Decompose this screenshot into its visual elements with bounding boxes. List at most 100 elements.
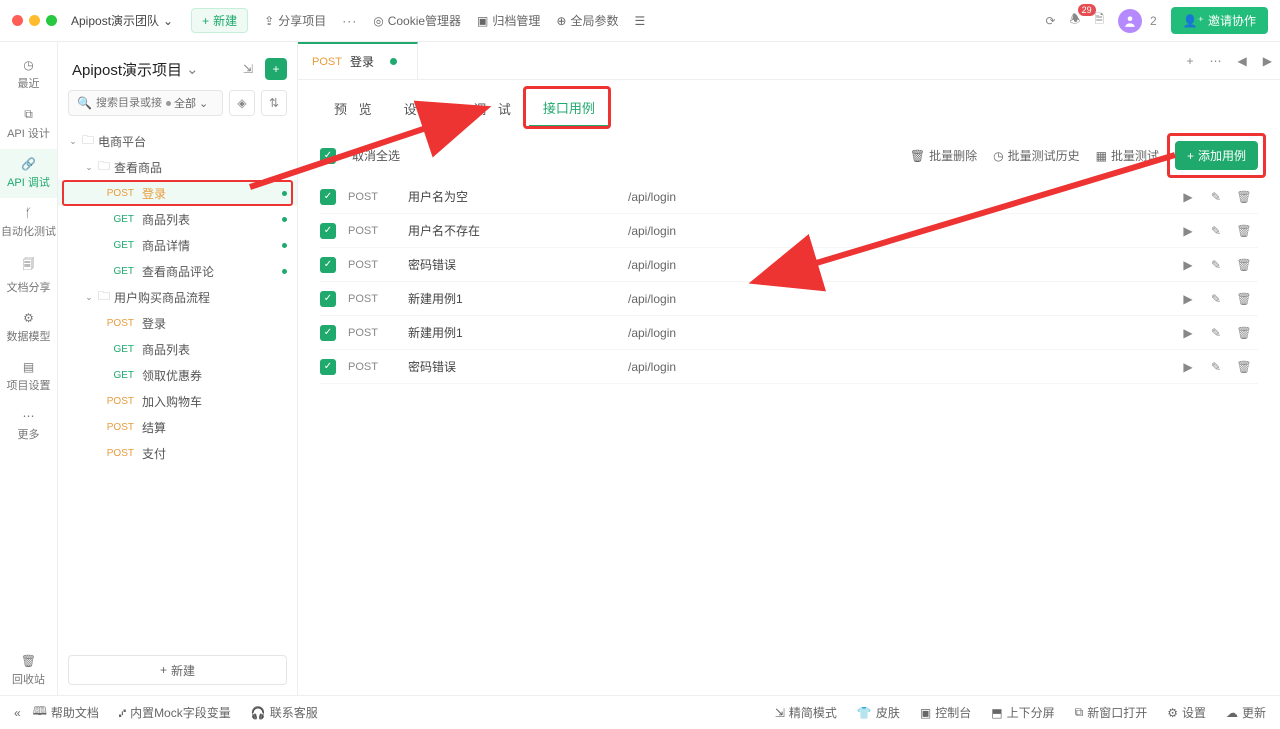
nav-api-design[interactable]: ⧉ API 设计 <box>0 99 57 149</box>
edit-icon[interactable]: ✎ <box>1202 292 1230 306</box>
collapse-sidebar-icon[interactable]: « <box>14 706 21 720</box>
maximize-window-icon[interactable] <box>46 15 57 26</box>
layout-toggle[interactable]: ☰ <box>634 14 645 28</box>
tree-item[interactable]: POST 结算 <box>58 414 297 440</box>
compact-mode[interactable]: ⇲精简模式 <box>775 704 837 721</box>
cookie-manager-link[interactable]: ◎ Cookie管理器 <box>373 12 461 29</box>
delete-icon[interactable]: 🗑 <box>1230 360 1258 374</box>
search-box[interactable]: 🔍 全部 ⌄ <box>68 90 223 116</box>
edit-icon[interactable]: ✎ <box>1202 360 1230 374</box>
minimize-window-icon[interactable] <box>29 15 40 26</box>
run-icon[interactable]: ▶ <box>1174 360 1202 374</box>
tab-prev[interactable]: ◀ <box>1230 42 1255 79</box>
update-link[interactable]: ☁更新 <box>1226 704 1266 721</box>
tree-item[interactable]: POST 加入购物车 <box>58 388 297 414</box>
row-checkbox[interactable]: ✓ <box>320 359 336 375</box>
nav-api-debug[interactable]: 🔗 API 调试 <box>0 149 57 198</box>
nav-project-settings[interactable]: ▤ 项目设置 <box>0 352 57 401</box>
edit-icon[interactable]: ✎ <box>1202 326 1230 340</box>
more-menu[interactable]: ··· <box>342 14 357 28</box>
tree-item[interactable]: GET 商品列表 <box>58 336 297 362</box>
settings-link[interactable]: ⚙设置 <box>1167 704 1206 721</box>
delete-icon[interactable]: 🗑 <box>1230 292 1258 306</box>
sort-icon[interactable]: ⇅ <box>261 90 287 116</box>
batch-test-button[interactable]: ▦ 批量测试 <box>1096 147 1159 164</box>
batch-history-button[interactable]: ◷ 批量测试历史 <box>993 147 1080 164</box>
tab-design[interactable]: 设 计 <box>390 91 460 126</box>
nav-doc-share[interactable]: 🗐 文档分享 <box>0 247 57 303</box>
tree-item[interactable]: POST 支付 <box>58 440 297 466</box>
run-icon[interactable]: ▶ <box>1174 224 1202 238</box>
add-tab-button[interactable]: + <box>1179 42 1202 79</box>
search-input[interactable] <box>96 97 166 109</box>
notes-icon[interactable]: 🗎 <box>1094 10 1104 31</box>
window-controls[interactable] <box>12 15 57 26</box>
edit-icon[interactable]: ✎ <box>1202 224 1230 238</box>
nav-auto-test[interactable]: ᚶ 自动化测试 <box>0 198 57 247</box>
nav-recycle[interactable]: 🗑 回收站 <box>0 646 57 695</box>
invite-button[interactable]: 👤⁺ 邀请协作 <box>1171 7 1268 34</box>
row-checkbox[interactable]: ✓ <box>320 223 336 239</box>
support-link[interactable]: 🎧联系客服 <box>251 704 318 721</box>
row-checkbox[interactable]: ✓ <box>320 257 336 273</box>
project-title[interactable]: Apipost演示项目 ⌄ <box>72 59 231 80</box>
run-icon[interactable]: ▶ <box>1174 258 1202 272</box>
select-all-checkbox[interactable]: ✓ <box>320 148 336 164</box>
add-case-button[interactable]: + 添加用例 <box>1175 141 1258 170</box>
tree-item[interactable]: GET 商品详情 <box>58 232 297 258</box>
new-button[interactable]: + 新建 <box>191 8 248 33</box>
delete-icon[interactable]: 🗑 <box>1230 258 1258 272</box>
delete-icon[interactable]: 🗑 <box>1230 326 1258 340</box>
mock-link[interactable]: ⑇内置Mock字段变量 <box>119 704 231 721</box>
newwindow-link[interactable]: ⧉新窗口打开 <box>1075 704 1148 721</box>
locate-icon[interactable]: ◈ <box>229 90 255 116</box>
row-checkbox[interactable]: ✓ <box>320 291 336 307</box>
sync-icon[interactable]: ⟳ <box>1046 14 1056 28</box>
tree-folder[interactable]: ⌄ 🗀 查看商品 <box>58 154 297 180</box>
case-row[interactable]: ✓POST密码错误/api/login▶✎🗑 <box>320 350 1258 384</box>
edit-icon[interactable]: ✎ <box>1202 258 1230 272</box>
team-selector[interactable]: Apipost演示团队 ⌄ <box>71 12 173 29</box>
tree-item[interactable]: GET 查看商品评论 <box>58 258 297 284</box>
tree-item-login[interactable]: POST 登录 <box>58 180 297 206</box>
run-icon[interactable]: ▶ <box>1174 326 1202 340</box>
case-row[interactable]: ✓POST密码错误/api/login▶✎🗑 <box>320 248 1258 282</box>
case-row[interactable]: ✓POST用户名不存在/api/login▶✎🗑 <box>320 214 1258 248</box>
tree-folder[interactable]: ⌄ 🗀 用户购买商品流程 <box>58 284 297 310</box>
tab-next[interactable]: ▶ <box>1255 42 1280 79</box>
case-row[interactable]: ✓POST用户名为空/api/login▶✎🗑 <box>320 180 1258 214</box>
archive-link[interactable]: ▣ 归档管理 <box>477 12 540 29</box>
delete-icon[interactable]: 🗑 <box>1230 190 1258 204</box>
add-button[interactable]: + <box>265 58 287 80</box>
tab-preview[interactable]: 预 览 <box>320 91 390 126</box>
close-window-icon[interactable] <box>12 15 23 26</box>
tree-folder[interactable]: ⌄ 🗀 电商平台 <box>58 128 297 154</box>
run-icon[interactable]: ▶ <box>1174 190 1202 204</box>
skin-link[interactable]: 👕皮肤 <box>857 704 900 721</box>
nav-more[interactable]: ⋯ 更多 <box>0 401 57 450</box>
nav-data-model[interactable]: ⚙ 数据模型 <box>0 303 57 352</box>
tab-cases[interactable]: 接口用例 <box>529 90 609 127</box>
row-checkbox[interactable]: ✓ <box>320 189 336 205</box>
nav-recent[interactable]: ◷ 最近 <box>0 50 57 99</box>
tree-item[interactable]: GET 领取优惠券 <box>58 362 297 388</box>
row-checkbox[interactable]: ✓ <box>320 325 336 341</box>
import-icon[interactable]: ⇲ <box>237 58 259 80</box>
tab-debug[interactable]: 调 试 <box>459 91 529 126</box>
batch-delete-button[interactable]: 🗑 批量删除 <box>910 147 977 164</box>
notifications-icon[interactable]: 🕭 29 <box>1070 10 1081 31</box>
avatar[interactable] <box>1118 9 1142 33</box>
case-row[interactable]: ✓POST新建用例1/api/login▶✎🗑 <box>320 316 1258 350</box>
help-link[interactable]: 🕮帮助文档 <box>33 702 99 723</box>
filter-select[interactable]: 全部 ⌄ <box>166 95 208 111</box>
console-link[interactable]: ▣控制台 <box>920 704 971 721</box>
tree-item[interactable]: GET 商品列表 <box>58 206 297 232</box>
delete-icon[interactable]: 🗑 <box>1230 224 1258 238</box>
case-row[interactable]: ✓POST新建用例1/api/login▶✎🗑 <box>320 282 1258 316</box>
tab-menu[interactable]: ⋯ <box>1202 42 1230 79</box>
file-tab[interactable]: POST 登录 <box>298 42 418 79</box>
split-link[interactable]: ⬒上下分屏 <box>991 704 1054 721</box>
global-params-link[interactable]: ⊕ 全局参数 <box>556 12 618 29</box>
run-icon[interactable]: ▶ <box>1174 292 1202 306</box>
sidebar-new-button[interactable]: + 新建 <box>68 655 287 685</box>
